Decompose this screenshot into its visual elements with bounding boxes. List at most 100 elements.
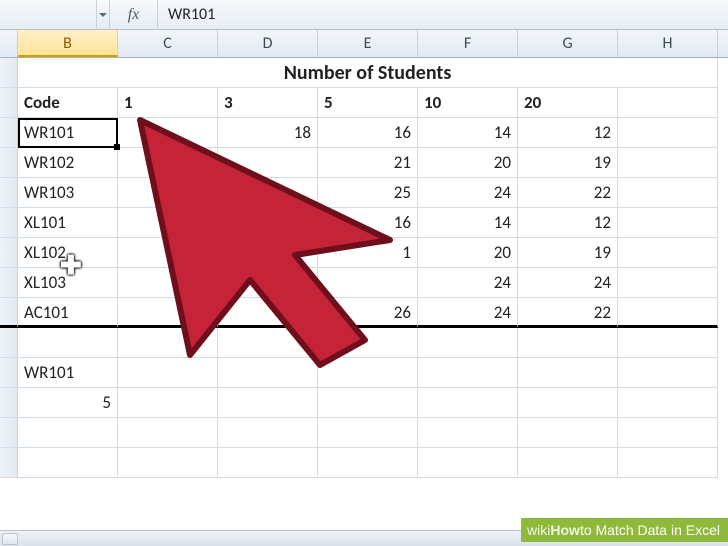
cell-val[interactable]: 14 — [418, 118, 518, 148]
cell-code[interactable]: XL103 — [18, 268, 118, 298]
cell-empty[interactable] — [418, 448, 518, 478]
cell-val[interactable]: 26 — [318, 298, 418, 328]
cell-val[interactable]: 28 — [118, 268, 218, 298]
cell-val[interactable]: 21 — [318, 148, 418, 178]
cell-val[interactable]: 1 — [318, 238, 418, 268]
cell-empty[interactable] — [618, 388, 718, 418]
cell-val[interactable]: 20 — [418, 148, 518, 178]
cell-empty[interactable] — [618, 88, 718, 118]
cell-val[interactable]: 14 — [418, 208, 518, 238]
cell-empty[interactable] — [218, 388, 318, 418]
cell-val[interactable]: 20 — [418, 238, 518, 268]
cell-val[interactable] — [218, 178, 318, 208]
cell-empty[interactable] — [18, 328, 118, 358]
cell-empty[interactable] — [618, 208, 718, 238]
cell-val[interactable]: 12 — [518, 208, 618, 238]
cell-extra[interactable]: 5 — [18, 388, 118, 418]
cell-val[interactable]: 18 — [218, 118, 318, 148]
header-col[interactable]: 1 — [118, 88, 218, 118]
col-header-E[interactable]: E — [318, 30, 418, 57]
scroll-left-button[interactable] — [2, 533, 18, 545]
cell-val[interactable]: 24 — [518, 268, 618, 298]
cell-code[interactable]: WR102 — [18, 148, 118, 178]
cell-empty[interactable] — [18, 418, 118, 448]
col-header-G[interactable]: G — [518, 30, 618, 57]
cell-val[interactable]: 25 — [118, 238, 218, 268]
cell-empty[interactable] — [618, 178, 718, 208]
col-header-H[interactable]: H — [618, 30, 718, 57]
cell-extra[interactable]: WR101 — [18, 358, 118, 388]
grid[interactable]: Number of Students Code 1 3 5 10 20 WR10… — [0, 58, 728, 478]
cell-empty[interactable] — [618, 118, 718, 148]
cell-empty[interactable] — [618, 238, 718, 268]
col-header-F[interactable]: F — [418, 30, 518, 57]
cell-empty[interactable] — [418, 388, 518, 418]
cell-empty[interactable] — [418, 358, 518, 388]
cell-empty[interactable] — [318, 388, 418, 418]
cell-code[interactable]: AC101 — [18, 298, 118, 328]
cell-val[interactable] — [218, 238, 318, 268]
name-box[interactable] — [0, 0, 96, 30]
cell-empty[interactable] — [318, 358, 418, 388]
cell-val[interactable]: 30 — [118, 298, 218, 328]
cell-val[interactable]: 19 — [518, 238, 618, 268]
cell-empty[interactable] — [418, 418, 518, 448]
cell-empty[interactable] — [118, 328, 218, 358]
cell-empty[interactable] — [18, 448, 118, 478]
cell-empty[interactable] — [618, 358, 718, 388]
cell-val[interactable]: 22 — [518, 298, 618, 328]
cell-val[interactable]: 2 — [118, 148, 218, 178]
cell-code[interactable]: WR101 — [18, 118, 118, 148]
cell-val[interactable]: 19 — [518, 148, 618, 178]
cell-val[interactable] — [218, 148, 318, 178]
cell-val[interactable]: 28 — [118, 178, 218, 208]
cell-empty[interactable] — [118, 358, 218, 388]
title-cell[interactable]: Number of Students — [18, 58, 718, 88]
header-code[interactable]: Code — [18, 88, 118, 118]
cell-val[interactable]: 25 — [318, 178, 418, 208]
cell-val[interactable]: 24 — [418, 268, 518, 298]
col-header-B[interactable]: B — [18, 30, 118, 57]
cell-val[interactable] — [318, 268, 418, 298]
col-header-C[interactable]: C — [118, 30, 218, 57]
cell-empty[interactable] — [518, 358, 618, 388]
cell-empty[interactable] — [318, 448, 418, 478]
header-col[interactable]: 3 — [218, 88, 318, 118]
cell-empty[interactable] — [118, 418, 218, 448]
header-col[interactable]: 5 — [318, 88, 418, 118]
cell-empty[interactable] — [318, 328, 418, 358]
header-col[interactable]: 10 — [418, 88, 518, 118]
name-box-dropdown-icon[interactable] — [96, 0, 110, 30]
col-header-D[interactable]: D — [218, 30, 318, 57]
cell-val[interactable]: 24 — [418, 298, 518, 328]
cell-empty[interactable] — [218, 448, 318, 478]
cell-val[interactable] — [118, 118, 218, 148]
cell-empty[interactable] — [118, 388, 218, 418]
cell-empty[interactable] — [518, 388, 618, 418]
formula-value[interactable]: WR101 — [158, 5, 728, 24]
cell-val[interactable]: 3 — [218, 298, 318, 328]
cell-val[interactable]: 20 — [118, 208, 218, 238]
cell-val[interactable]: 16 — [318, 118, 418, 148]
cell-val[interactable] — [218, 268, 318, 298]
cell-val[interactable]: 12 — [518, 118, 618, 148]
cell-empty[interactable] — [518, 418, 618, 448]
cell-val[interactable]: 24 — [418, 178, 518, 208]
cell-empty[interactable] — [618, 418, 718, 448]
cell-empty[interactable] — [318, 418, 418, 448]
cell-empty[interactable] — [618, 448, 718, 478]
cell-val[interactable] — [218, 208, 318, 238]
cell-empty[interactable] — [218, 358, 318, 388]
fx-icon[interactable]: fx — [110, 0, 158, 30]
cell-val[interactable]: 16 — [318, 208, 418, 238]
cell-code[interactable]: WR103 — [18, 178, 118, 208]
cell-code[interactable]: XL102 — [18, 238, 118, 268]
cell-empty[interactable] — [618, 148, 718, 178]
cell-empty[interactable] — [118, 448, 218, 478]
cell-empty[interactable] — [618, 298, 718, 328]
cell-empty[interactable] — [518, 328, 618, 358]
cell-empty[interactable] — [618, 328, 718, 358]
cell-empty[interactable] — [618, 268, 718, 298]
cell-empty[interactable] — [218, 418, 318, 448]
header-col[interactable]: 20 — [518, 88, 618, 118]
